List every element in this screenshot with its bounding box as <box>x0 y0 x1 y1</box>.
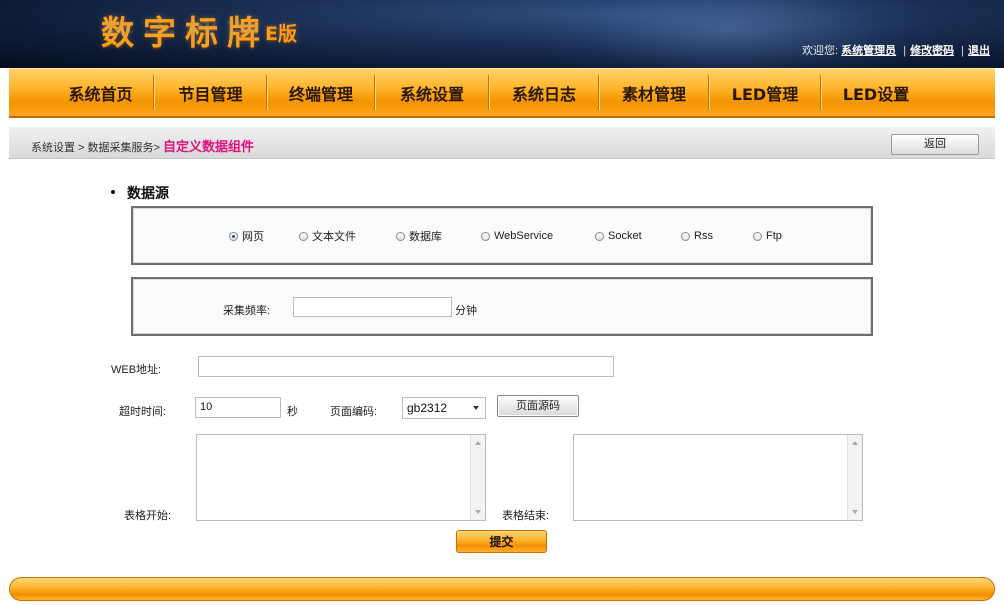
radio-label: WebService <box>494 230 554 242</box>
table-start-textarea[interactable] <box>196 434 486 521</box>
nav-item-materials[interactable]: 素材管理 <box>599 69 709 116</box>
table-end-label: 表格结束: <box>502 510 550 522</box>
radio-icon <box>481 231 490 241</box>
nav-item-led-settings[interactable]: LED设置 <box>821 69 931 116</box>
frequency-unit: 分钟 <box>455 305 477 317</box>
radio-socket[interactable]: Socket <box>595 228 681 244</box>
chevron-down-icon <box>473 406 479 410</box>
nav-item-system-settings[interactable]: 系统设置 <box>375 69 489 116</box>
radio-checked-icon <box>229 231 238 241</box>
datasource-options-box: 网页 文本文件 数据库 WebService Socket Rss Ftp <box>131 206 873 265</box>
submit-button[interactable]: 提交 <box>456 530 547 553</box>
nav-item-terminals[interactable]: 终端管理 <box>267 69 375 116</box>
separator: | <box>903 45 907 57</box>
change-password-link[interactable]: 修改密码 <box>910 45 954 57</box>
breadcrumb-bar: 系统设置 > 数据采集服务> 自定义数据组件 返回 <box>9 127 995 159</box>
logo-reflection: 数字标牌 <box>101 19 269 37</box>
breadcrumb-separator: > <box>75 142 88 154</box>
nav-item-system-log[interactable]: 系统日志 <box>489 69 599 116</box>
encoding-label: 页面编码: <box>330 406 378 418</box>
web-address-label: WEB地址: <box>111 364 162 376</box>
frequency-box: 采集频率: 分钟 <box>131 277 873 336</box>
scroll-up-icon[interactable] <box>475 441 481 445</box>
logout-link[interactable]: 退出 <box>968 45 990 57</box>
nav-item-home[interactable]: 系统首页 <box>47 69 154 116</box>
radio-textfile[interactable]: 文本文件 <box>299 228 396 244</box>
datasource-title: 数据源 <box>127 186 169 202</box>
encoding-selected-value: gb2312 <box>407 401 448 415</box>
frequency-label: 采集频率: <box>223 305 271 317</box>
encoding-select[interactable]: gb2312 <box>402 397 486 419</box>
breadcrumb: 系统设置 > 数据采集服务> 自定义数据组件 <box>31 136 254 155</box>
separator: | <box>961 45 964 57</box>
radio-icon <box>595 231 604 241</box>
radio-label: Ftp <box>766 230 782 242</box>
scrollbar[interactable] <box>847 435 862 520</box>
radio-icon <box>681 231 690 241</box>
back-button[interactable]: 返回 <box>891 134 979 155</box>
scroll-down-icon[interactable] <box>475 510 481 514</box>
user-bar: 欢迎您: 系统管理员 | 修改密码 | 退出 <box>802 42 990 58</box>
radio-webservice[interactable]: WebService <box>481 228 595 244</box>
footer-bar <box>9 577 995 601</box>
header: 数字标牌E版 数字标牌 欢迎您: 系统管理员 | 修改密码 | 退出 <box>0 0 1004 68</box>
datasource-radio-group: 网页 文本文件 数据库 WebService Socket Rss Ftp <box>229 228 813 244</box>
logo-edition-text: E版 <box>265 23 297 45</box>
radio-icon <box>299 231 308 241</box>
welcome-text: 欢迎您: <box>802 45 839 57</box>
radio-label: Socket <box>608 230 642 242</box>
table-start-label: 表格开始: <box>124 510 172 522</box>
nav-item-led-manage[interactable]: LED管理 <box>709 69 821 116</box>
radio-ftp[interactable]: Ftp <box>753 228 813 244</box>
scroll-up-icon[interactable] <box>852 441 858 445</box>
page-source-button[interactable]: 页面源码 <box>497 395 579 417</box>
breadcrumb-separator: > <box>153 142 164 154</box>
timeout-label: 超时时间: <box>119 406 167 418</box>
table-end-textarea[interactable] <box>573 434 863 521</box>
breadcrumb-current: 自定义数据组件 <box>163 139 255 154</box>
nav-item-programs[interactable]: 节目管理 <box>154 69 267 116</box>
datasource-heading: 数据源 <box>111 183 169 203</box>
radio-database[interactable]: 数据库 <box>396 228 481 244</box>
radio-label: 文本文件 <box>312 231 356 243</box>
radio-label: 数据库 <box>409 231 442 243</box>
radio-rss[interactable]: Rss <box>681 228 753 244</box>
radio-webpage[interactable]: 网页 <box>229 228 299 244</box>
frequency-input[interactable] <box>293 297 452 317</box>
scroll-down-icon[interactable] <box>852 510 858 514</box>
scrollbar[interactable] <box>470 435 485 520</box>
breadcrumb-item[interactable]: 系统设置 <box>31 142 75 154</box>
radio-label: Rss <box>694 230 713 242</box>
radio-icon <box>753 231 762 241</box>
radio-icon <box>396 231 405 241</box>
breadcrumb-item[interactable]: 数据采集服务 <box>88 142 154 154</box>
main-nav: 系统首页 节目管理 终端管理 系统设置 系统日志 素材管理 LED管理 LED设… <box>9 68 995 118</box>
radio-label: 网页 <box>242 231 264 243</box>
web-address-input[interactable] <box>198 356 614 377</box>
timeout-input[interactable]: 10 <box>195 397 281 418</box>
user-link[interactable]: 系统管理员 <box>841 45 896 57</box>
timeout-unit: 秒 <box>287 406 298 418</box>
bullet-icon <box>111 190 115 194</box>
